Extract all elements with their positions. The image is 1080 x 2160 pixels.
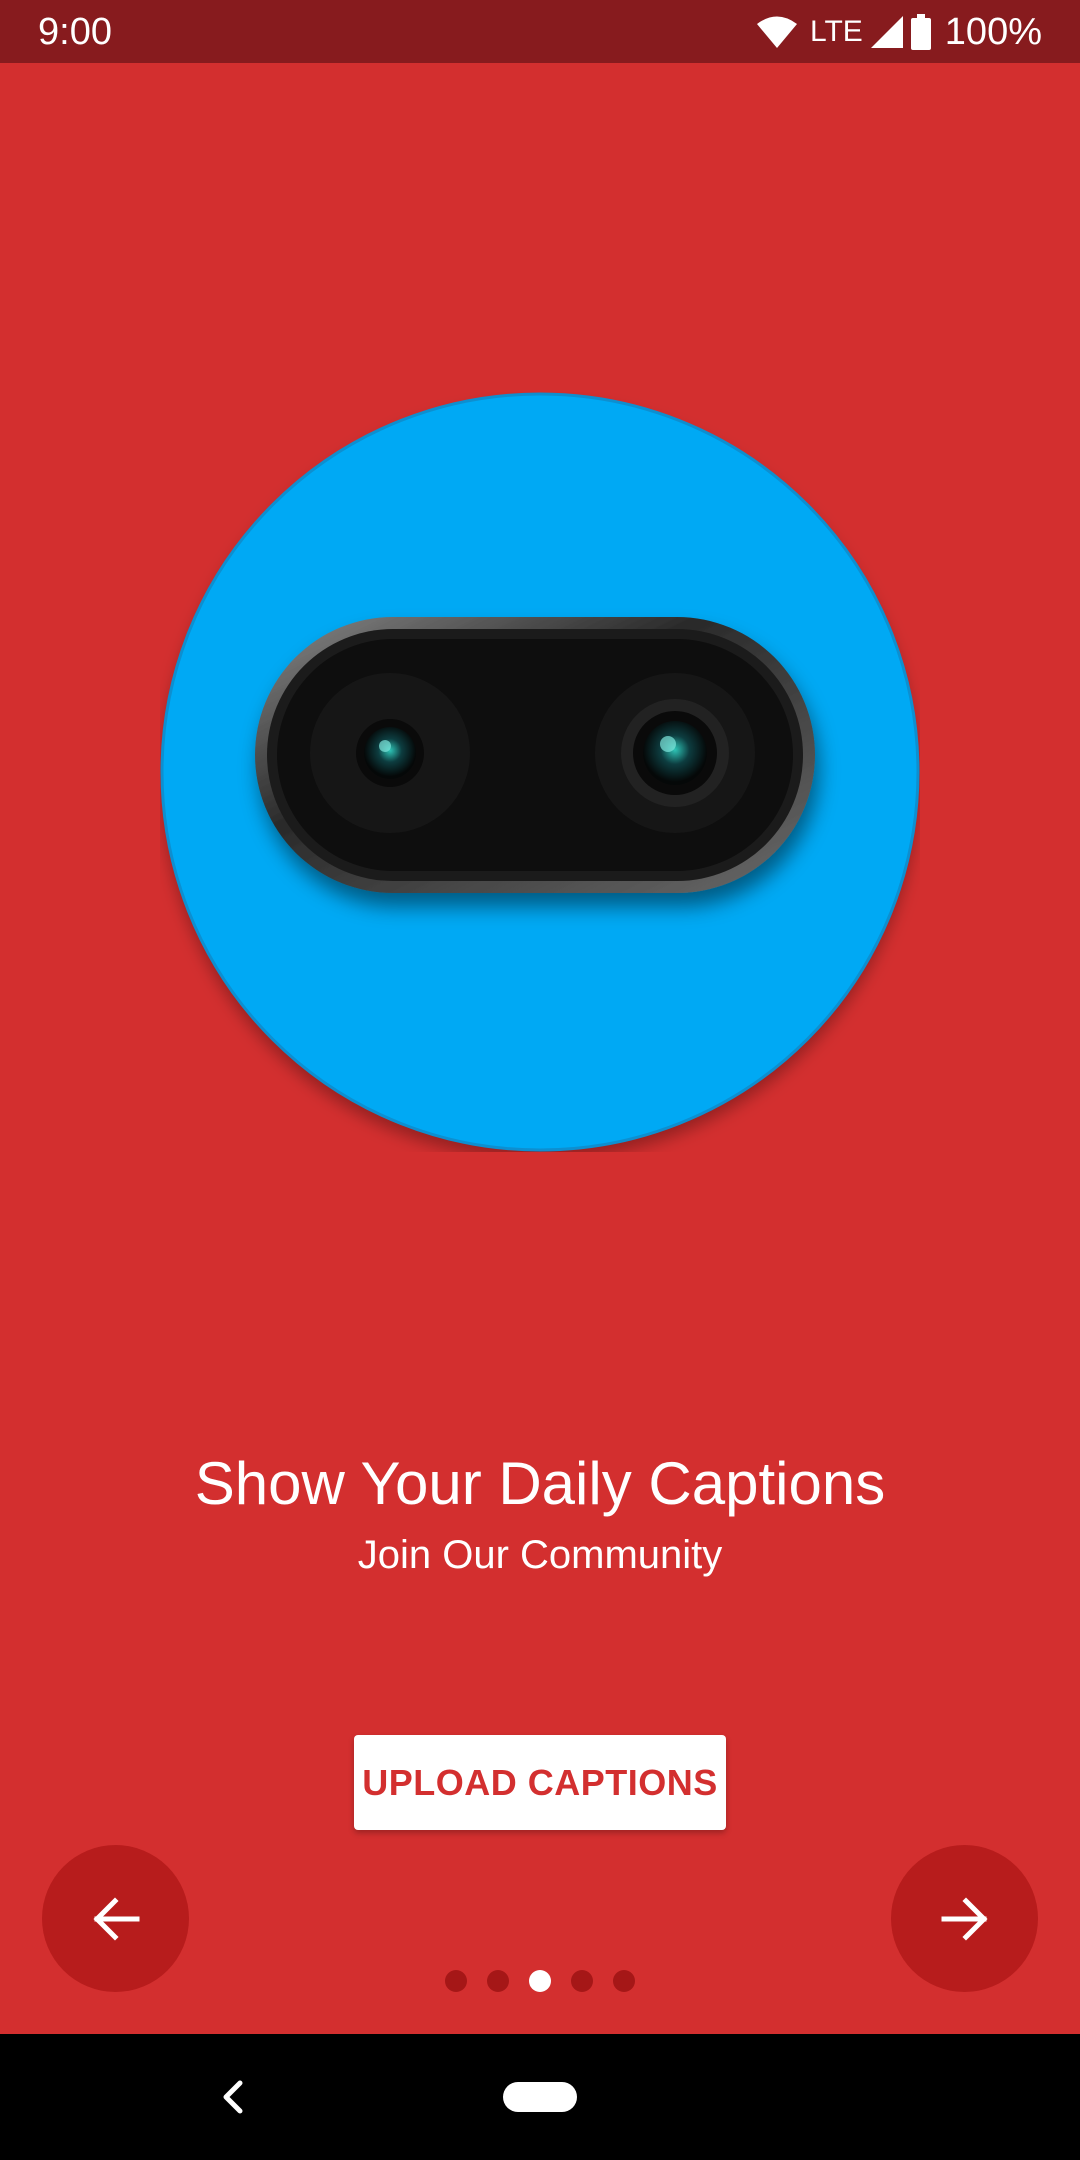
- page-subtitle: Join Our Community: [357, 1533, 723, 1577]
- page-title: Show Your Daily Captions: [194, 1450, 886, 1517]
- home-pill-icon[interactable]: [503, 2082, 577, 2112]
- page-dot[interactable]: [445, 1970, 467, 1992]
- battery-percent: 100%: [944, 11, 1042, 53]
- page-dot[interactable]: [487, 1970, 509, 1992]
- wifi-icon: [756, 15, 798, 49]
- page-dot[interactable]: [571, 1970, 593, 1992]
- dual-camera-illustration: [160, 392, 920, 1152]
- system-navigation-bar: [0, 2034, 1080, 2160]
- status-icons: LTE 100%: [756, 10, 1042, 54]
- arrow-right-icon: [940, 1896, 990, 1941]
- onboarding-screen: 9:00 LTE 100% Show Your Daily Captions J…: [0, 0, 1080, 2160]
- page-dot-active[interactable]: [529, 1970, 551, 1992]
- status-time: 9:00: [38, 11, 112, 53]
- back-chevron-icon[interactable]: [218, 2077, 248, 2117]
- signal-icon: [870, 16, 903, 48]
- battery-icon: [910, 14, 931, 50]
- upload-captions-button[interactable]: UPLOAD CAPTIONS: [354, 1735, 726, 1830]
- status-bar: 9:00 LTE 100%: [0, 0, 1080, 63]
- network-type: LTE: [810, 15, 863, 48]
- arrow-left-icon: [91, 1896, 141, 1941]
- page-dot[interactable]: [613, 1970, 635, 1992]
- page-indicator: [0, 1970, 1080, 1992]
